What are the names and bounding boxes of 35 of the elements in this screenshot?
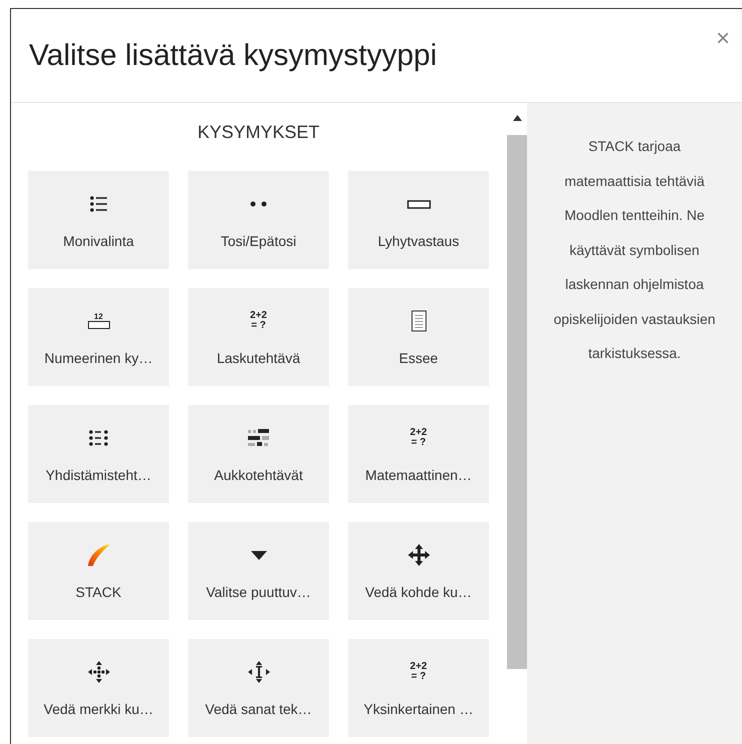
description-text: STACK tarjoaa matemaattisia tehtäviä Moodlen tentteihin. Ne käyttävät symbolisen laskennan ohjelmistoa opiskelijoiden vastauksien tarkistuksessa. bbox=[553, 137, 716, 363]
formula-icon: 2+2 = ? bbox=[250, 311, 267, 331]
question-type-tile[interactable]: Yhdistämisteht… bbox=[28, 405, 169, 503]
formula-icon: 2+2 = ? bbox=[410, 428, 427, 448]
text-field-icon bbox=[406, 200, 430, 208]
question-type-tile[interactable]: Essee bbox=[348, 288, 489, 386]
question-type-tile[interactable]: Vedä kohde ku… bbox=[348, 522, 489, 620]
scroll-up-arrow-icon[interactable] bbox=[512, 115, 522, 121]
question-type-tile[interactable]: STACK bbox=[28, 522, 169, 620]
scrollbar-thumb[interactable] bbox=[507, 135, 527, 669]
matching-icon bbox=[88, 429, 108, 447]
question-type-tile[interactable]: 2+2 = ? Matemaattinen… bbox=[348, 405, 489, 503]
close-button[interactable]: × bbox=[708, 21, 738, 57]
move-dots-icon bbox=[88, 661, 110, 683]
question-type-tile[interactable]: Vedä sanat tek… bbox=[188, 639, 329, 737]
question-type-tile[interactable]: Vedä merkki ku… bbox=[28, 639, 169, 737]
document-icon bbox=[410, 310, 426, 332]
brush-stroke-icon bbox=[86, 543, 110, 567]
question-type-tile[interactable]: Monivalinta bbox=[28, 171, 169, 269]
question-type-tile[interactable]: 2+2 = ? Laskutehtävä bbox=[188, 288, 329, 386]
question-type-tile[interactable]: Lyhytvastaus bbox=[348, 171, 489, 269]
question-type-tile[interactable]: Valitse puuttuv… bbox=[188, 522, 329, 620]
caret-icon bbox=[250, 550, 266, 560]
question-type-tile[interactable]: 2+2 = ? Yksinkertainen … bbox=[348, 639, 489, 737]
list-icon bbox=[90, 196, 108, 212]
dots-icon bbox=[250, 201, 268, 207]
gaps-icon bbox=[248, 429, 270, 447]
move-icon bbox=[408, 544, 430, 566]
dialog-title: Valitse lisättävä kysymystyyppi bbox=[29, 38, 437, 74]
question-type-tile[interactable]: Tosi/Epätosi bbox=[188, 171, 329, 269]
question-type-tile[interactable]: Aukkotehtävät bbox=[188, 405, 329, 503]
move-cursor-icon bbox=[248, 661, 270, 683]
question-type-tile[interactable]: 12 Numeerinen ky… bbox=[28, 288, 169, 386]
section-heading: KYSYMYKSET bbox=[197, 121, 320, 144]
formula-icon: 2+2 = ? bbox=[410, 662, 427, 682]
